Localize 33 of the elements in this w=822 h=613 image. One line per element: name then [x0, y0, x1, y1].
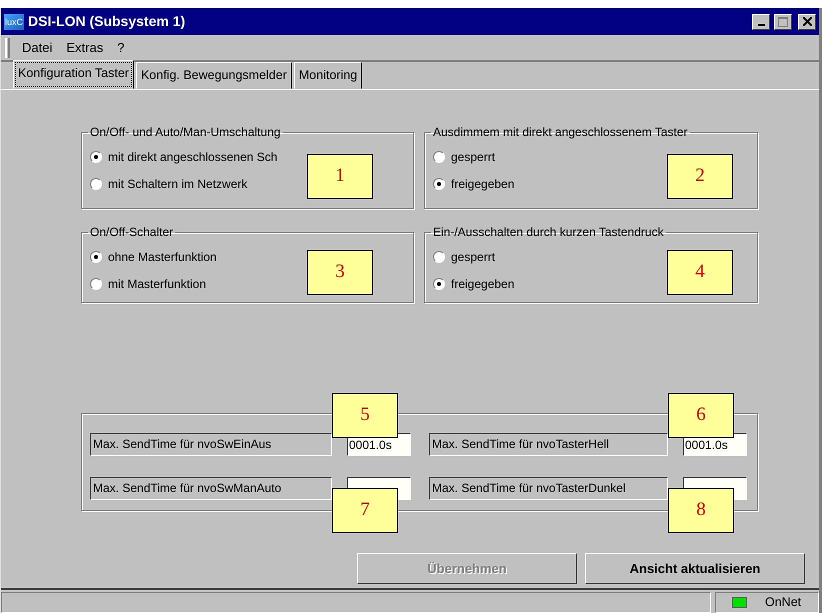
action-button[interactable]: Ansicht aktualisieren: [585, 553, 805, 584]
group-title: Ein-/Ausschalten durch kurzen Tastendruck: [432, 225, 665, 239]
close-icon: [802, 17, 812, 26]
field-label: Max. SendTime für nvoTasterHell: [429, 433, 668, 456]
field-label: Max. SendTime für nvoTasterDunkel: [429, 476, 668, 500]
maximize-icon: [778, 16, 788, 26]
maximize-button[interactable]: [774, 14, 792, 30]
field-label: Max. SendTime für nvoSwManAuto: [90, 476, 332, 500]
number-tooltip: 6: [668, 393, 734, 438]
menu-item[interactable]: Extras: [64, 38, 106, 58]
app-logo: luxC: [4, 14, 24, 30]
close-button[interactable]: [798, 14, 816, 30]
number-tooltip: 3: [307, 250, 373, 295]
tab[interactable]: Konfig. Bewegungsmelder: [136, 62, 292, 89]
window-title: DSI-LON (Subsystem 1): [28, 12, 186, 31]
menu-item[interactable]: ?: [115, 38, 126, 58]
number-tooltip: 5: [332, 393, 398, 438]
group-title: On/Off- und Auto/Man-Umschaltung: [89, 125, 282, 139]
number-tooltip: 8: [668, 488, 734, 533]
number-tooltip: 2: [667, 154, 733, 199]
minimize-icon: [758, 24, 764, 26]
status-text: OnNet: [765, 594, 802, 612]
menu-item[interactable]: Datei: [20, 38, 54, 58]
number-tooltip: 4: [667, 250, 733, 295]
field-label: Max. SendTime für nvoSwEinAus: [90, 433, 332, 456]
group-title: On/Off-Schalter: [89, 225, 174, 239]
group-title: Ausdimmem mit direkt angeschlossenem Taster: [432, 125, 689, 139]
minimize-button[interactable]: [752, 14, 770, 30]
tab[interactable]: Monitoring: [294, 62, 362, 89]
toolbar-grip[interactable]: [5, 38, 10, 58]
tab[interactable]: Konfiguration Taster: [13, 60, 134, 89]
number-tooltip: 1: [307, 154, 373, 199]
number-tooltip: 7: [332, 488, 398, 533]
